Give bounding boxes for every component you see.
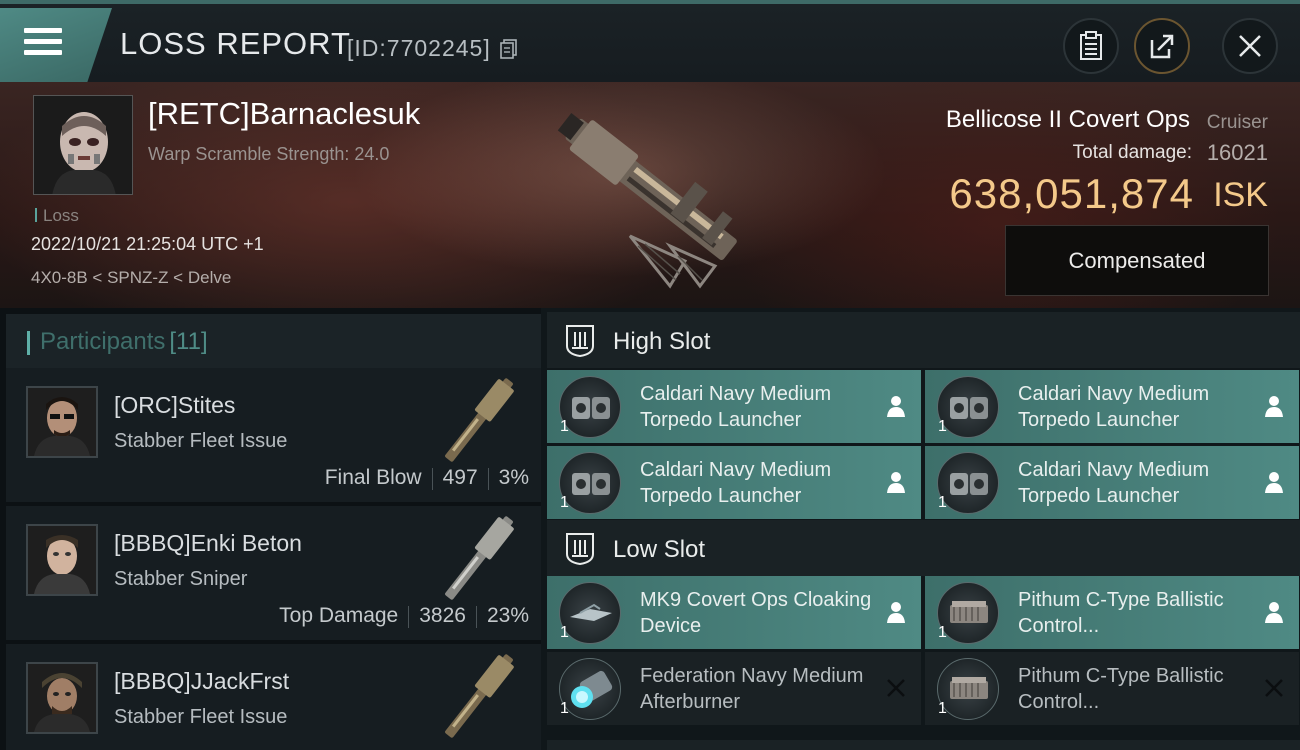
share-icon [1150, 34, 1174, 59]
participants-count: [11] [169, 328, 208, 355]
module-quantity: 1 [938, 700, 947, 717]
avatar[interactable] [26, 524, 98, 596]
fitting-panel: High Slot 1 Caldari Navy Medium Torpedo … [541, 308, 1300, 750]
low-slot-header[interactable]: Low Slot [547, 520, 1300, 576]
participant-card[interactable]: [BBBQ]JJackFrst Stabber Fleet Issue [6, 644, 541, 750]
participant-ship-image [445, 516, 514, 600]
low-slot-icon [566, 533, 594, 566]
participants-label: Participants [40, 328, 166, 355]
module-quantity: 1 [938, 418, 947, 435]
module-slot[interactable]: 1 Pithum C-Type Ballistic Control... [925, 652, 1299, 725]
total-damage-label: Total damage: [1072, 142, 1192, 163]
module-slot[interactable]: 1 Federation Navy Medium Afterburner [547, 652, 921, 725]
report-id: [ID:7702245] [347, 35, 491, 61]
participant-percent: 3% [498, 466, 529, 489]
participant-role: Final Blow [324, 466, 422, 489]
participant-damage: 497 [442, 466, 478, 489]
x-icon [1265, 679, 1283, 697]
loss-timestamp: 2022/10/21 21:25:04 UTC +1 [31, 234, 264, 254]
participant-ship-image [445, 378, 514, 462]
low-slot-label: Low Slot [613, 536, 706, 563]
module-slot[interactable]: 1 MK9 Covert Ops Cloaking Device [547, 576, 921, 649]
close-button[interactable] [1222, 18, 1278, 74]
participant-name: [BBBQ]Enki Beton [114, 530, 302, 556]
module-quantity: 1 [560, 494, 569, 511]
module-quantity: 1 [560, 418, 569, 435]
clipboard-button[interactable] [1063, 18, 1119, 74]
module-quantity: 1 [938, 494, 947, 511]
total-damage-value: 16021 [1206, 140, 1268, 165]
compensated-button[interactable]: Compensated [1005, 225, 1269, 296]
hamburger-icon[interactable] [24, 26, 64, 58]
module-quantity: 1 [560, 700, 569, 717]
participant-ship-image [445, 654, 514, 738]
module-name: Caldari Navy Medium Torpedo Launcher [640, 459, 832, 507]
participant-card[interactable]: [ORC]Stites Stabber Fleet Issue Final Bl… [6, 368, 541, 502]
module-name: Caldari Navy Medium Torpedo Launcher [640, 383, 832, 431]
module-slot[interactable]: 1 Caldari Navy Medium Torpedo Launcher [925, 370, 1299, 443]
module-slot[interactable]: 1 Pithum C-Type Ballistic Control... [925, 576, 1299, 649]
pilot-icon [1265, 602, 1283, 623]
module-name: MK9 Covert Ops Cloaking Device [640, 589, 872, 637]
isk-unit: ISK [1213, 176, 1268, 214]
module-slot[interactable]: 1 Caldari Navy Medium Torpedo Launcher [547, 370, 921, 443]
ship-render-image[interactable] [530, 86, 770, 296]
high-slot-header[interactable]: High Slot [547, 312, 1300, 368]
module-quantity: 1 [560, 624, 569, 641]
pilot-icon [1265, 472, 1283, 493]
module-name: Caldari Navy Medium Torpedo Launcher [1018, 383, 1210, 431]
share-button[interactable] [1134, 18, 1190, 74]
participant-stats: Top Damage 3826 23% [279, 604, 529, 628]
participant-damage: 3826 [419, 604, 466, 627]
pilot-icon [887, 396, 905, 417]
victim-summary: [RETC]Barnaclesuk Warp Scramble Strength… [0, 82, 1300, 308]
isk-value: 638,051,874 [949, 170, 1194, 217]
participant-name: [BBBQ]JJackFrst [114, 668, 290, 694]
pilot-icon [887, 602, 905, 623]
participants-panel: Participants [11] [ORC]Stites Stabber Fle… [0, 308, 541, 750]
warp-scramble-strength: Warp Scramble Strength: 24.0 [148, 144, 390, 164]
loss-tag: Loss [35, 206, 79, 226]
section-accent [27, 331, 30, 355]
pilot-icon [1265, 396, 1283, 417]
copy-icon[interactable] [500, 39, 518, 59]
next-section-header [547, 740, 1300, 750]
clipboard-icon [1080, 31, 1102, 60]
pilot-icon [887, 472, 905, 493]
participants-header[interactable]: Participants [11] [6, 314, 541, 370]
participant-card[interactable]: [BBBQ]Enki Beton Stabber Sniper Top Dama… [6, 506, 541, 640]
loss-location[interactable]: 4X0-8B < SPNZ-Z < Delve [31, 268, 231, 288]
high-slot-icon [566, 325, 594, 358]
module-quantity: 1 [938, 624, 947, 641]
ship-name[interactable]: Bellicose II Covert Ops [946, 106, 1190, 134]
participant-percent: 23% [486, 604, 529, 627]
module-name: Pithum C-Type Ballistic Control... [1018, 589, 1224, 637]
participant-ship: Stabber Sniper [114, 568, 248, 590]
module-name: Pithum C-Type Ballistic Control... [1018, 665, 1224, 713]
high-slot-label: High Slot [613, 328, 711, 355]
module-name: Federation Navy Medium Afterburner [640, 665, 864, 713]
x-icon [887, 679, 905, 697]
avatar[interactable] [26, 662, 98, 734]
top-bar: LOSS REPORT [ID:7702245] [0, 0, 1300, 82]
participant-ship: Stabber Fleet Issue [114, 430, 288, 452]
module-slot[interactable]: 1 Caldari Navy Medium Torpedo Launcher [925, 446, 1299, 519]
participant-ship: Stabber Fleet Issue [114, 706, 288, 728]
participant-name: [ORC]Stites [114, 392, 236, 418]
ship-class: Cruiser [1206, 112, 1268, 133]
module-slot[interactable]: 1 Caldari Navy Medium Torpedo Launcher [547, 446, 921, 519]
participant-role: Top Damage [279, 604, 399, 627]
victim-name[interactable]: [RETC]Barnaclesuk [148, 96, 420, 132]
victim-avatar[interactable] [33, 95, 133, 195]
participants-title: Participants [11] [40, 328, 208, 356]
participant-stats: Final Blow 497 3% [325, 466, 529, 490]
page-title: LOSS REPORT [120, 26, 351, 61]
avatar[interactable] [26, 386, 98, 458]
close-icon [1239, 35, 1261, 57]
module-name: Caldari Navy Medium Torpedo Launcher [1018, 459, 1210, 507]
